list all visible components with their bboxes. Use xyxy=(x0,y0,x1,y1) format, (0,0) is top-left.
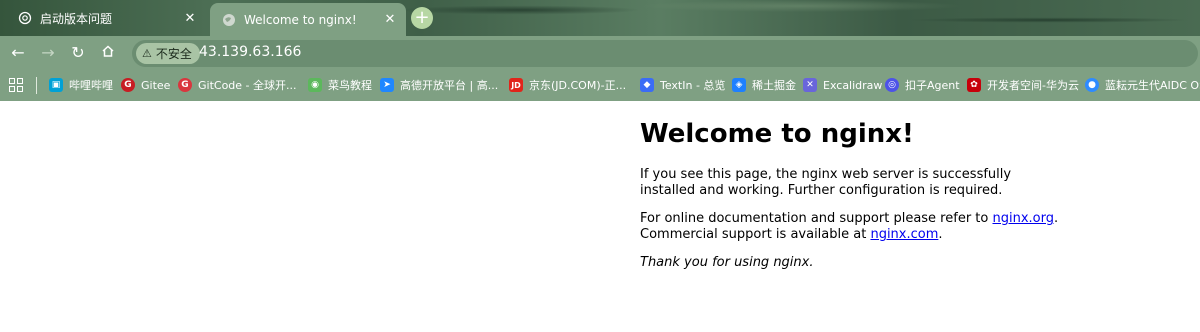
bookmark-label: 京东(JD.COM)-正... xyxy=(529,79,627,92)
tab-title: 启动版本问题 xyxy=(40,11,113,26)
bookmark-bilibili[interactable]: ▣ 哔哩哔哩 xyxy=(49,76,113,94)
bookmark-label: 稀土掘金 xyxy=(752,79,796,92)
commercial-text: Commercial support is available at xyxy=(640,227,871,242)
bookmark-juejin[interactable]: ◈ 稀土掘金 xyxy=(732,76,796,94)
thanks-text: Thank you for using nginx. xyxy=(640,255,814,270)
bookmark-gitcode[interactable]: G GitCode - 全球开... xyxy=(178,76,297,94)
support-text-punct: . xyxy=(1053,211,1059,226)
support-text: For online documentation and support ple… xyxy=(640,211,993,226)
bookmark-textin[interactable]: ◆ TextIn - 总览 xyxy=(640,76,725,94)
coze-icon: ◎ xyxy=(885,78,899,92)
toolbar: ← → ↻ ⚠ 不安全 43.139.63.166 xyxy=(0,36,1200,70)
bilibili-icon: ▣ xyxy=(49,78,63,92)
openai-icon xyxy=(18,11,32,25)
gitee-icon: G xyxy=(121,78,135,92)
tab-title: Welcome to nginx! xyxy=(244,12,357,27)
bookmark-huaweicloud[interactable]: ✿ 开发者空间-华为云 xyxy=(967,76,1079,94)
new-tab-button[interactable]: + xyxy=(411,7,433,29)
intro-paragraph: If you see this page, the nginx web serv… xyxy=(640,167,1012,198)
lanyun-icon: ● xyxy=(1085,78,1099,92)
bookmark-amap[interactable]: ➤ 高德开放平台 | 高... xyxy=(380,76,498,94)
nginx-com-link[interactable]: nginx.com xyxy=(870,227,938,242)
apps-grid-icon xyxy=(9,78,23,92)
forward-icon[interactable]: → xyxy=(38,43,58,63)
back-icon[interactable]: ← xyxy=(8,43,28,63)
jd-icon: JD xyxy=(509,78,523,92)
bookmark-label: 扣子Agent xyxy=(905,79,960,92)
security-label: 不安全 xyxy=(155,47,192,61)
nginx-org-link[interactable]: nginx.org xyxy=(992,211,1054,226)
support-paragraph: For online documentation and support ple… xyxy=(640,211,1060,243)
bookmark-label: 高德开放平台 | 高... xyxy=(400,79,499,92)
close-icon[interactable]: ✕ xyxy=(380,12,400,27)
browser-chrome: 启动版本问题 ✕ Welcome to nginx! ✕ + ← → ↻ ⚠ 不… xyxy=(0,0,1200,101)
bookmark-label: 菜鸟教程 xyxy=(328,79,372,92)
security-chip[interactable]: ⚠ 不安全 xyxy=(136,43,200,64)
amap-icon: ➤ xyxy=(380,78,394,92)
bookmark-label: GitCode - 全球开... xyxy=(198,79,297,92)
reload-icon[interactable]: ↻ xyxy=(68,43,88,63)
runoob-icon: ◉ xyxy=(308,78,322,92)
bookmark-label: Excalidraw xyxy=(823,78,883,92)
excalidraw-icon: ✕ xyxy=(803,78,817,92)
close-icon[interactable]: ✕ xyxy=(180,11,200,26)
huawei-icon: ✿ xyxy=(967,78,981,92)
bookmark-label: Gitee xyxy=(141,78,171,92)
warning-icon: ⚠ xyxy=(142,47,152,60)
globe-icon xyxy=(222,13,236,27)
bookmark-coze[interactable]: ◎ 扣子Agent xyxy=(885,76,960,94)
home-icon[interactable] xyxy=(98,43,118,63)
nginx-welcome-page: Welcome to nginx! If you see this page, … xyxy=(640,101,1060,283)
bookmark-label: TextIn - 总览 xyxy=(660,79,726,92)
bookmark-runoob[interactable]: ◉ 菜鸟教程 xyxy=(308,76,372,94)
bookmark-label: 哔哩哔哩 xyxy=(69,79,113,92)
tab-2-active[interactable]: Welcome to nginx! ✕ xyxy=(210,3,406,36)
commercial-text-punct: . xyxy=(938,227,943,242)
url-text[interactable]: 43.139.63.166 xyxy=(199,44,301,60)
apps-button[interactable] xyxy=(9,76,23,94)
bookmark-lanyun[interactable]: ● 蓝耘元生代AIDC OS xyxy=(1085,76,1200,94)
bookmark-excalidraw[interactable]: ✕ Excalidraw xyxy=(803,76,882,94)
bookmark-separator xyxy=(36,77,37,94)
page-title: Welcome to nginx! xyxy=(640,119,914,149)
gitcode-icon: G xyxy=(178,78,192,92)
bookmarks-bar: ▣ 哔哩哔哩 G Gitee G GitCode - 全球开... ◉ 菜鸟教程… xyxy=(0,70,1200,101)
bookmark-label: 开发者空间-华为云 xyxy=(987,79,1079,92)
bookmark-jd[interactable]: JD 京东(JD.COM)-正... xyxy=(509,76,626,94)
thanks-paragraph: Thank you for using nginx. xyxy=(640,255,1060,271)
juejin-icon: ◈ xyxy=(732,78,746,92)
bookmark-label: 蓝耘元生代AIDC OS xyxy=(1105,79,1200,92)
tab-1[interactable]: 启动版本问题 ✕ xyxy=(6,4,206,32)
bookmark-gitee[interactable]: G Gitee xyxy=(121,76,170,94)
textin-icon: ◆ xyxy=(640,78,654,92)
